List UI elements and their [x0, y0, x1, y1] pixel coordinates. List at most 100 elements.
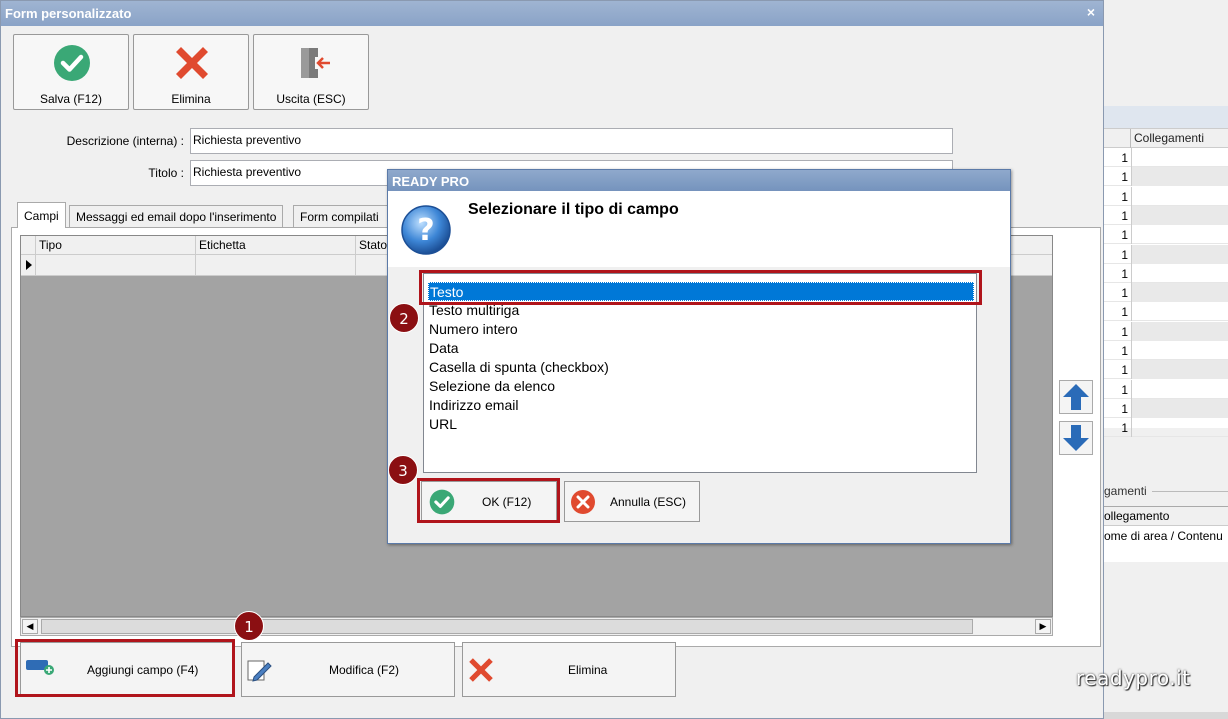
table-row[interactable]: 1	[1104, 148, 1228, 167]
field-type-option[interactable]: Numero intero	[428, 320, 974, 339]
row-count: 1	[1121, 228, 1128, 243]
field-type-option[interactable]: Selezione da elenco	[428, 377, 974, 396]
row-count: 1	[1121, 382, 1128, 397]
dialog-heading: Selezionare il tipo di campo	[468, 201, 679, 218]
table-row[interactable]: 1	[1104, 186, 1228, 206]
field-type-option[interactable]: Casella di spunta (checkbox)	[428, 358, 974, 377]
table-row[interactable]: 1	[1104, 418, 1228, 438]
cross-icon	[176, 47, 208, 79]
edit-field-button[interactable]: Modifica (F2)	[241, 642, 455, 697]
row-count: 1	[1121, 421, 1128, 436]
edit-field-label: Modifica (F2)	[329, 663, 400, 677]
scrollbar-thumb[interactable]	[41, 619, 973, 634]
table-row[interactable]: 1	[1104, 341, 1228, 360]
row-cell[interactable]	[1131, 167, 1228, 187]
horizontal-scrollbar[interactable]: ◀ ▶	[20, 617, 1053, 636]
row-cell[interactable]	[1131, 302, 1228, 322]
table-row[interactable]: 1	[1104, 263, 1228, 283]
watermark: readypro.it	[1076, 666, 1191, 690]
row-cell[interactable]	[1131, 244, 1228, 264]
field-type-option[interactable]: Data	[428, 339, 974, 358]
arrow-down-icon	[1063, 425, 1089, 451]
column-header-tipo[interactable]: Tipo	[39, 238, 62, 252]
row-count: 1	[1121, 208, 1128, 223]
background-window-header	[1104, 0, 1228, 106]
exit-button-label: Uscita (ESC)	[276, 92, 346, 106]
table-row[interactable]: 1	[1104, 225, 1228, 245]
question-icon: ?	[401, 205, 451, 255]
column-header-collegamenti: Collegamenti	[1134, 131, 1205, 145]
scroll-right-icon[interactable]: ▶	[1035, 619, 1051, 634]
tab-messages[interactable]: Messaggi ed email dopo l'inserimento	[69, 205, 284, 227]
cancel-icon	[571, 490, 595, 514]
column-header-etichetta[interactable]: Etichetta	[199, 238, 246, 252]
background-group-label: gamenti	[1104, 484, 1228, 500]
table-row[interactable]: 1	[1104, 321, 1228, 341]
save-button-label: Salva (F12)	[39, 92, 103, 106]
background-link-table-header: ollegamento	[1104, 507, 1228, 526]
row-cell[interactable]	[1131, 225, 1228, 245]
field-type-option[interactable]: Indirizzo email	[428, 396, 974, 415]
row-cell[interactable]	[1131, 360, 1228, 380]
annotation-marker-2: 2	[389, 303, 419, 333]
cancel-button-label: Annulla (ESC)	[610, 495, 687, 509]
table-row[interactable]: 1	[1104, 302, 1228, 322]
row-cell[interactable]	[1131, 418, 1228, 438]
background-link-table-cell[interactable]: ome di area / Contenu	[1104, 527, 1228, 546]
table-row[interactable]: 1	[1104, 398, 1228, 418]
annotation-marker-1: 1	[234, 611, 264, 641]
row-count: 1	[1121, 401, 1128, 416]
exit-door-icon	[301, 48, 330, 78]
window-title-bar[interactable]: Form personalizzato ×	[1, 1, 1103, 26]
svg-text:?: ?	[417, 213, 434, 248]
row-indicator-icon	[26, 260, 32, 270]
exit-button[interactable]: Uscita (ESC)	[253, 34, 369, 110]
row-cell[interactable]	[1131, 283, 1228, 303]
background-grid-header: Collegamenti	[1104, 129, 1228, 148]
delete-field-label: Elimina	[568, 663, 608, 677]
row-count: 1	[1121, 151, 1128, 165]
table-row[interactable]: 1	[1104, 283, 1228, 303]
close-icon[interactable]: ×	[1087, 4, 1095, 20]
description-label: Descrizione (interna) :	[66, 134, 184, 148]
row-count: 1	[1121, 286, 1128, 301]
row-cell[interactable]	[1131, 205, 1228, 225]
table-row[interactable]: 1	[1104, 205, 1228, 225]
annotation-frame-add-field	[15, 639, 235, 697]
table-row[interactable]: 1	[1104, 167, 1228, 187]
description-field[interactable]: Richiesta preventivo	[190, 128, 953, 154]
annotation-frame-testo	[419, 270, 982, 305]
row-cell[interactable]	[1131, 341, 1228, 360]
row-count: 1	[1121, 170, 1128, 185]
save-button[interactable]: Salva (F12)	[13, 34, 129, 110]
cross-icon	[469, 658, 493, 682]
background-window-strip	[1104, 106, 1228, 128]
row-cell[interactable]	[1131, 398, 1228, 418]
delete-button[interactable]: Elimina	[133, 34, 249, 110]
background-grid: Collegamenti 1 1 1 1 1 1 1 1 1 1 1 1 1 1 1	[1104, 128, 1228, 438]
table-row[interactable]: 1	[1104, 379, 1228, 399]
delete-field-button[interactable]: Elimina	[462, 642, 676, 697]
move-down-button[interactable]	[1059, 421, 1093, 455]
background-link-table: ollegamento ome di area / Contenu	[1104, 506, 1228, 562]
arrow-up-icon	[1063, 384, 1089, 410]
row-count: 1	[1121, 324, 1128, 339]
dialog-title-bar[interactable]: READY PRO	[388, 170, 1010, 191]
row-count: 1	[1121, 344, 1128, 358]
scroll-left-icon[interactable]: ◀	[22, 619, 38, 634]
row-count: 1	[1121, 305, 1128, 320]
table-row[interactable]: 1	[1104, 244, 1228, 264]
column-header-stato[interactable]: Stato	[359, 238, 387, 252]
cancel-button[interactable]: Annulla (ESC)	[564, 481, 700, 522]
field-type-option[interactable]: URL	[428, 415, 974, 434]
checkmark-icon	[54, 45, 90, 81]
row-cell[interactable]	[1131, 321, 1228, 341]
move-up-button[interactable]	[1059, 380, 1093, 414]
row-cell[interactable]	[1131, 148, 1228, 167]
row-cell[interactable]	[1131, 379, 1228, 399]
tab-filled-forms[interactable]: Form compilati	[293, 205, 391, 227]
table-row[interactable]: 1	[1104, 360, 1228, 380]
row-cell[interactable]	[1131, 186, 1228, 206]
row-cell[interactable]	[1131, 263, 1228, 283]
tab-campi[interactable]: Campi	[17, 202, 66, 228]
